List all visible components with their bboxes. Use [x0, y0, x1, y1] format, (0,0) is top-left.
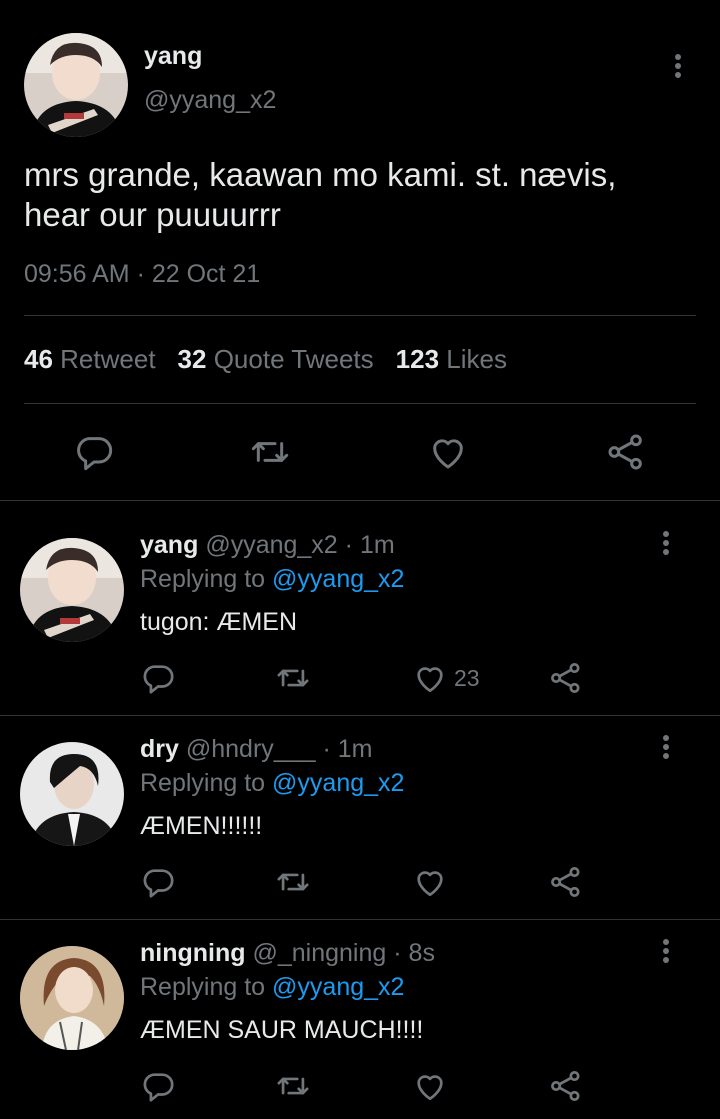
reply-author-handle[interactable]: @yyang_x2	[205, 531, 337, 559]
reply-author-name[interactable]: dry	[140, 735, 179, 763]
reply-author-handle[interactable]: @_ningning	[252, 939, 386, 967]
share-icon[interactable]	[549, 661, 583, 695]
quotes-label: Quote Tweets	[213, 344, 374, 374]
tweet-stats: 46 Retweet 32 Quote Tweets 123 Likes	[24, 344, 507, 375]
reply-header: yang @yyang_x2 · 1m	[140, 531, 395, 560]
more-options-icon[interactable]	[664, 52, 692, 80]
like-icon[interactable]	[413, 661, 447, 695]
reply-author-handle[interactable]: @hndry___	[186, 735, 316, 763]
likes-label: Likes	[446, 344, 507, 374]
tweet-text: mrs grande, kaawan mo kami. st. nævis, h…	[24, 156, 617, 233]
reply-avatar[interactable]	[20, 538, 124, 642]
reply-actions	[0, 1069, 720, 1105]
reply-avatar[interactable]	[20, 946, 124, 1050]
replying-prefix: Replying to	[140, 769, 266, 797]
more-options-icon[interactable]	[652, 937, 680, 965]
retweet-icon[interactable]	[276, 865, 310, 899]
reply-actions	[0, 865, 720, 901]
reply-text: ÆMEN SAUR MAUCH!!!!	[140, 1016, 424, 1044]
retweet-icon[interactable]	[276, 1069, 310, 1103]
like-icon[interactable]	[428, 432, 468, 472]
reply-time: · 1m	[322, 735, 373, 763]
reply-icon[interactable]	[74, 432, 114, 472]
divider	[0, 500, 720, 501]
share-icon[interactable]	[606, 432, 646, 472]
reply-author-name[interactable]: ningning	[140, 939, 246, 967]
reply-tweet[interactable]: ningning @_ningning · 8s Replying to @yy…	[0, 919, 720, 1119]
likes-stat[interactable]: 123 Likes	[396, 344, 507, 374]
replying-to-link[interactable]: @yyang_x2	[272, 769, 404, 797]
reply-text: ÆMEN!!!!!!	[140, 812, 263, 840]
replying-to-link[interactable]: @yyang_x2	[272, 973, 404, 1001]
replying-prefix: Replying to	[140, 565, 266, 593]
reply-icon[interactable]	[141, 1069, 175, 1103]
retweet-icon[interactable]	[250, 432, 290, 472]
replying-to: Replying to @yyang_x2	[140, 565, 404, 594]
share-icon[interactable]	[549, 1069, 583, 1103]
replying-to: Replying to @yyang_x2	[140, 973, 404, 1002]
reply-avatar[interactable]	[20, 742, 124, 846]
like-icon[interactable]	[413, 865, 447, 899]
replying-to: Replying to @yyang_x2	[140, 769, 404, 798]
quotes-count: 32	[177, 344, 207, 374]
author-avatar[interactable]	[24, 33, 128, 137]
retweets-label: Retweet	[60, 344, 156, 374]
tweet-actions	[0, 432, 720, 472]
reply-header: ningning @_ningning · 8s	[140, 939, 435, 968]
more-options-icon[interactable]	[652, 733, 680, 761]
reply-icon[interactable]	[141, 661, 175, 695]
reply-time: · 8s	[393, 939, 435, 967]
author-name[interactable]: yang	[144, 42, 202, 71]
retweets-stat[interactable]: 46 Retweet	[24, 344, 156, 374]
reply-author-name[interactable]: yang	[140, 531, 198, 559]
reply-actions: 23	[0, 661, 720, 697]
divider	[24, 315, 696, 316]
like-icon[interactable]	[413, 1069, 447, 1103]
more-options-icon[interactable]	[652, 529, 680, 557]
reply-tweet[interactable]: yang @yyang_x2 · 1m Replying to @yyang_x…	[0, 511, 720, 715]
retweet-icon[interactable]	[276, 661, 310, 695]
retweets-count: 46	[24, 344, 53, 374]
quotes-stat[interactable]: 32 Quote Tweets	[178, 344, 374, 374]
like-count: 23	[454, 665, 480, 691]
share-icon[interactable]	[549, 865, 583, 899]
tweet-timestamp[interactable]: 09:56 AM · 22 Oct 21	[24, 260, 260, 289]
reply-text: tugon: ÆMEN	[140, 608, 298, 636]
reply-time: · 1m	[344, 531, 395, 559]
reply-header: dry @hndry___ · 1m	[140, 735, 372, 764]
replying-prefix: Replying to	[140, 973, 266, 1001]
divider	[24, 403, 696, 404]
author-handle[interactable]: @yyang_x2	[144, 86, 276, 115]
reply-tweet[interactable]: dry @hndry___ · 1m Replying to @yyang_x2…	[0, 715, 720, 919]
reply-icon[interactable]	[141, 865, 175, 899]
replying-to-link[interactable]: @yyang_x2	[272, 565, 404, 593]
likes-count: 123	[395, 344, 440, 374]
